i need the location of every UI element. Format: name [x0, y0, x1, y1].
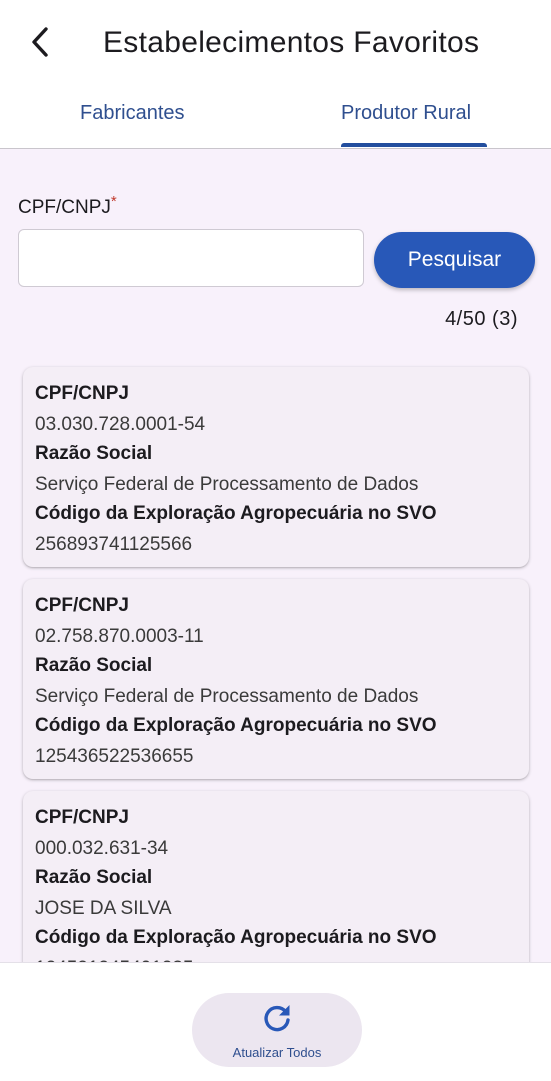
tab-fabricantes[interactable]: Fabricantes: [80, 102, 185, 125]
cpf-value: 000.032.631-34: [35, 838, 169, 859]
cpf-label: CPF/CNPJ: [35, 807, 129, 828]
razao-social-label: Razão Social: [35, 867, 153, 888]
razao-social-label: Razão Social: [35, 655, 153, 676]
tab-bar: Fabricantes Produtor Rural: [0, 88, 551, 149]
search-button[interactable]: Pesquisar: [374, 232, 535, 288]
codigo-label: Código da Exploração Agropecuária no SVO: [35, 715, 437, 736]
result-card[interactable]: CPF/CNPJ 000.032.631-34 Razão Social JOS…: [23, 791, 529, 962]
results-count: 4/50 (3): [445, 308, 518, 330]
page-title: Estabelecimentos Favoritos: [103, 26, 480, 59]
tab-selected-indicator: [341, 143, 487, 147]
cpf-label: CPF/CNPJ: [35, 383, 129, 404]
razao-social-value: JOSE DA SILVA: [35, 898, 172, 919]
cpf-value: 02.758.870.0003-11: [35, 626, 204, 647]
cpf-value: 03.030.728.0001-54: [35, 414, 206, 435]
codigo-value: 256893741125566: [35, 534, 193, 555]
razao-social-value: Serviço Federal de Processamento de Dado…: [35, 474, 419, 495]
chevron-left-icon: [32, 27, 48, 57]
refresh-all-button[interactable]: Atualizar Todos: [192, 993, 362, 1067]
required-mark: *: [110, 193, 117, 210]
razao-social-value: Serviço Federal de Processamento de Dado…: [35, 686, 419, 707]
cpf-field-label: CPF/CNPJ*: [18, 193, 117, 219]
tab-produtor-rural[interactable]: Produtor Rural: [341, 102, 471, 125]
codigo-value: 125436522536655: [35, 746, 194, 767]
bottom-bar: Atualizar Todos: [0, 962, 551, 1081]
refresh-all-label: Atualizar Todos: [232, 1045, 322, 1060]
cpf-label: CPF/CNPJ: [35, 595, 129, 616]
app-bar: Estabelecimentos Favoritos: [0, 0, 551, 88]
main-content: CPF/CNPJ* Pesquisar 4/50 (3) CPF/CNPJ 03…: [0, 149, 551, 962]
codigo-label: Código da Exploração Agropecuária no SVO: [35, 927, 437, 948]
cpf-field-label-text: CPF/CNPJ: [18, 197, 111, 218]
codigo-label: Código da Exploração Agropecuária no SVO: [35, 503, 437, 524]
razao-social-label: Razão Social: [35, 443, 153, 464]
back-button[interactable]: [22, 22, 58, 62]
cpf-input[interactable]: [18, 229, 364, 287]
result-card[interactable]: CPF/CNPJ 02.758.870.0003-11 Razão Social…: [23, 579, 529, 779]
result-card[interactable]: CPF/CNPJ 03.030.728.0001-54 Razão Social…: [23, 367, 529, 567]
refresh-icon: [264, 1005, 290, 1032]
